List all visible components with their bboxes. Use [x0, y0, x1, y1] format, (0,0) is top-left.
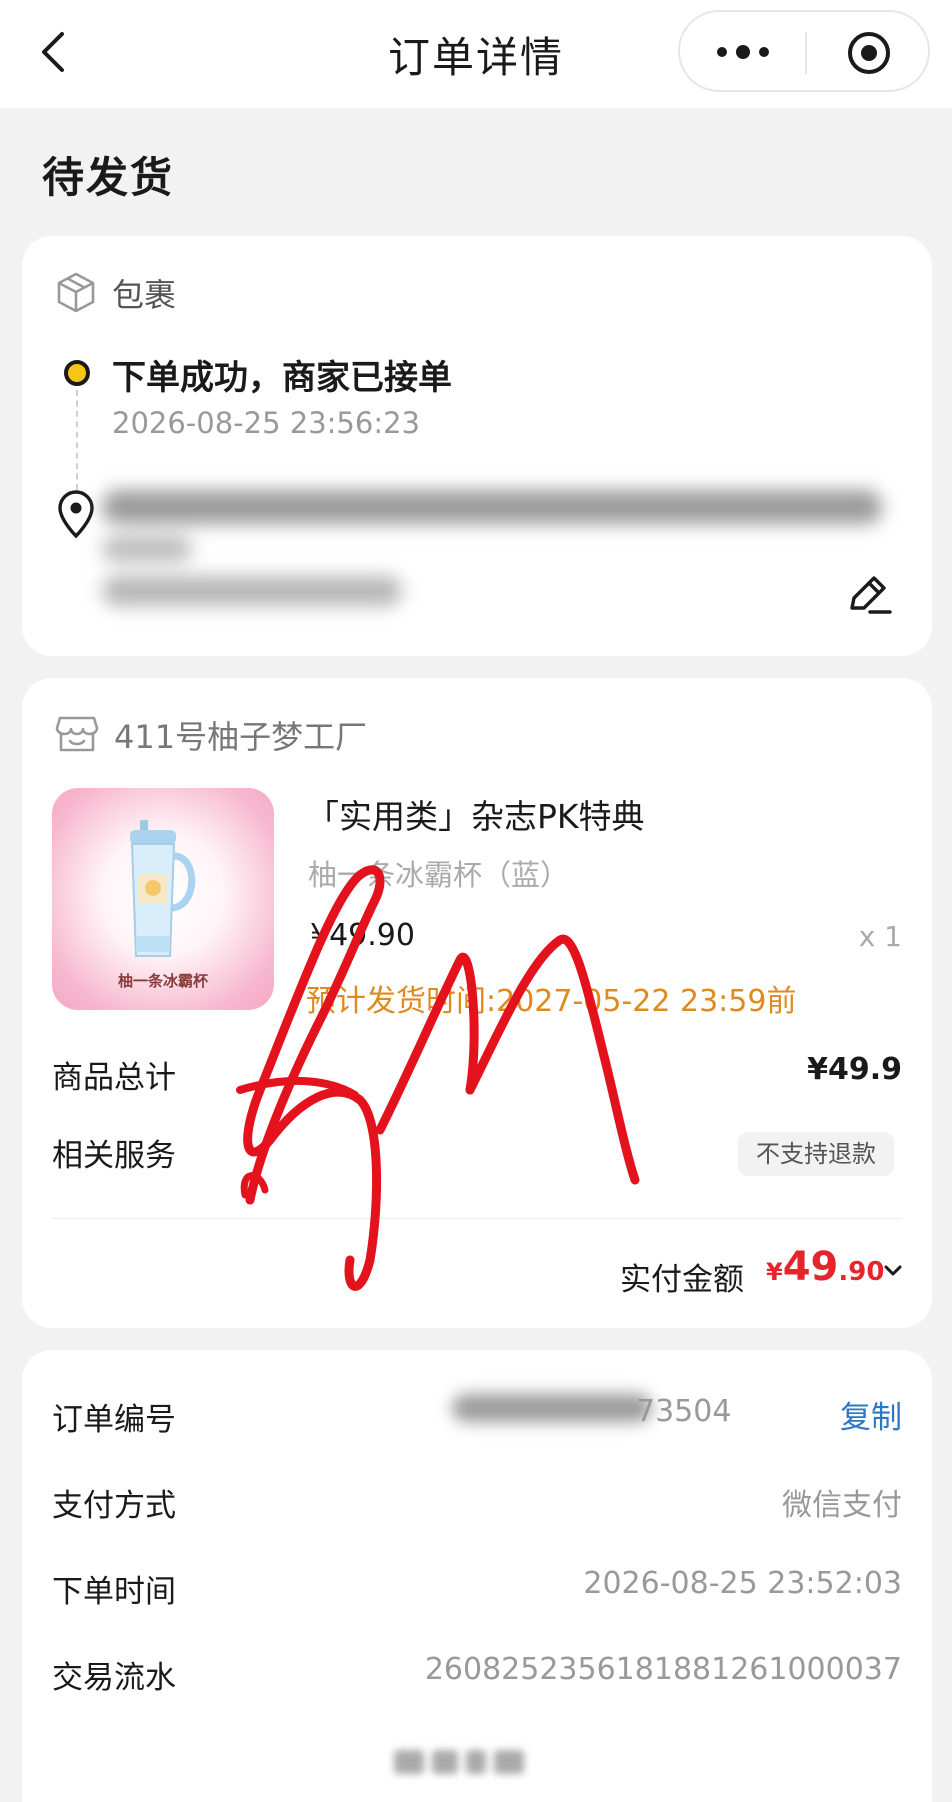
- no-refund-tag[interactable]: 不支持退款: [738, 1132, 894, 1176]
- paid-integer: 49: [782, 1244, 839, 1290]
- mini-program-capsule: [678, 10, 930, 92]
- order-status-title: 待发货: [42, 153, 175, 202]
- redacted-bottom-text: [394, 1744, 534, 1780]
- timeline-dot: [64, 360, 90, 386]
- redacted-order-number: [452, 1384, 652, 1432]
- timeline-status: 下单成功，商家已接单: [112, 358, 452, 398]
- order-number-label: 订单编号: [52, 1402, 176, 1438]
- package-card: 包裹 下单成功，商家已接单 2026-08-25 23:56:23: [22, 236, 932, 656]
- timeline-time: 2026-08-25 23:56:23: [112, 406, 420, 440]
- location-pin-icon: [58, 490, 94, 539]
- order-info-card: 订单编号 73504 复制 支付方式 微信支付 下单时间 2026-08-25 …: [22, 1350, 932, 1802]
- timeline-line: [76, 390, 78, 490]
- package-box-icon: [57, 272, 95, 313]
- estimated-ship-time: 预计发货时间:2027-05-22 23:59前: [306, 984, 797, 1019]
- product-price: ¥49.90: [310, 918, 415, 953]
- payment-method-value: 微信支付: [782, 1488, 902, 1523]
- order-time-label: 下单时间: [52, 1574, 176, 1610]
- copy-order-number-button[interactable]: 复制: [840, 1392, 902, 1437]
- product-name[interactable]: 「实用类」杂志PK特典: [306, 790, 645, 838]
- shop-store-icon[interactable]: [54, 712, 100, 756]
- paid-currency: ¥: [766, 1258, 783, 1286]
- subtotal-label: 商品总计: [52, 1060, 176, 1096]
- paid-amount[interactable]: ¥49.90: [766, 1244, 884, 1290]
- tumbler-cup-icon: [130, 820, 196, 957]
- product-spec: 柚一条冰霸杯（蓝）: [308, 858, 570, 892]
- edit-pen-icon[interactable]: [844, 570, 894, 620]
- redacted-address: [102, 476, 902, 616]
- more-dots-icon[interactable]: [714, 40, 772, 64]
- payment-method-label: 支付方式: [52, 1488, 176, 1524]
- transaction-id-label: 交易流水: [52, 1660, 176, 1696]
- shop-name[interactable]: 411号柚子梦工厂: [114, 712, 367, 758]
- transaction-id-value: 2608252356181881261000037: [424, 1652, 902, 1687]
- subtotal-value: ¥49.9: [807, 1052, 902, 1087]
- capsule-divider: [805, 32, 807, 74]
- product-image-caption: 柚一条冰霸杯: [117, 972, 208, 990]
- close-target-icon[interactable]: [846, 30, 892, 76]
- product-quantity: x 1: [858, 920, 902, 953]
- order-number-suffix: 73504: [636, 1394, 732, 1429]
- package-label: 包裹: [112, 276, 177, 314]
- order-card: 411号柚子梦工厂 柚一条冰霸杯 「实用类」杂志PK特典 柚一条冰霸杯（蓝） ¥…: [22, 678, 932, 1328]
- service-label: 相关服务: [52, 1138, 176, 1174]
- product-image[interactable]: 柚一条冰霸杯: [52, 788, 274, 1010]
- chevron-down-icon[interactable]: [882, 1260, 904, 1282]
- divider: [52, 1218, 902, 1219]
- nav-bar: 订单详情: [0, 0, 952, 108]
- paid-decimal: .90: [838, 1257, 885, 1287]
- paid-amount-label: 实付金额: [620, 1262, 744, 1298]
- order-time-value: 2026-08-25 23:52:03: [583, 1566, 902, 1601]
